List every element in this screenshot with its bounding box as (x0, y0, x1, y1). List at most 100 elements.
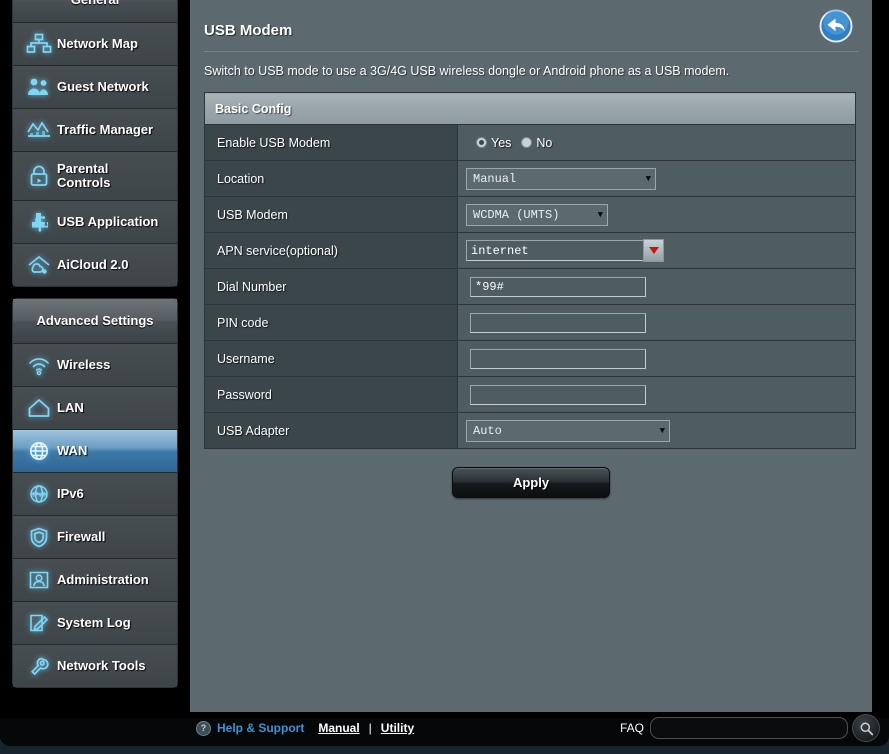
chevron-down-icon (648, 247, 659, 254)
faq-search-input[interactable] (651, 718, 847, 738)
utility-link[interactable]: Utility (381, 721, 414, 735)
sidebar-item-label: Network Tools (57, 658, 146, 673)
sidebar-item-label: Firewall (57, 529, 106, 544)
sidebar-item-label: Parental Controls (57, 161, 111, 190)
sidebar-item-wan[interactable]: WAN (13, 430, 177, 473)
field-label: PIN code (204, 304, 458, 341)
sidebar-item-aicloud[interactable]: AiCloud 2.0 (13, 244, 177, 286)
sidebar-item-administration[interactable]: Administration (13, 559, 177, 602)
chevron-down-icon: ▼ (645, 173, 651, 184)
field-label: APN service(optional) (204, 232, 458, 269)
parental-controls-icon (21, 161, 57, 191)
sidebar-item-ipv6[interactable]: IPv6 IPv6 (13, 473, 177, 516)
table-row-username: Username (204, 340, 856, 377)
sidebar-item-label: Wireless (57, 357, 111, 372)
section-title: Basic Config (204, 92, 856, 125)
faq-label: FAQ (620, 721, 645, 735)
main-panel: USB Modem Switch to USB mode to use a 3G… (190, 0, 872, 712)
table-row-usb-adapter: USB Adapter Auto ▼ (204, 412, 856, 449)
usb-adapter-select[interactable]: Auto ▼ (466, 419, 670, 442)
ipv6-icon: IPv6 (21, 479, 57, 509)
apn-dropdown-button[interactable] (643, 239, 664, 262)
sidebar-item-lan[interactable]: LAN (13, 387, 177, 430)
apply-button[interactable]: Apply (452, 467, 610, 498)
sidebar-item-label: LAN (57, 400, 84, 415)
table-row-apn: APN service(optional) (204, 232, 856, 269)
basic-config-table: Basic Config Enable USB Modem Yes No Loc… (204, 92, 856, 449)
wireless-icon (21, 350, 57, 380)
guest-network-icon (21, 72, 57, 102)
field-label: Password (204, 376, 458, 413)
table-row-password: Password (204, 376, 856, 413)
radio-no[interactable]: No (521, 136, 552, 150)
sidebar-item-label: Network Map (57, 36, 138, 51)
usb-modem-select[interactable]: WCDMA (UMTS) ▼ (466, 203, 608, 226)
footer-help-area: ? Help & Support Manual | Utility (196, 720, 414, 736)
sidebar-item-label: Traffic Manager (57, 122, 154, 137)
table-row-enable-usb-modem: Enable USB Modem Yes No (204, 124, 856, 161)
network-map-icon (21, 29, 57, 59)
enable-usb-modem-radio-group: Yes No (466, 136, 855, 150)
dial-number-input[interactable] (470, 276, 646, 297)
field-label: USB Modem (204, 196, 458, 233)
page-description: Switch to USB mode to use a 3G/4G USB wi… (204, 64, 730, 78)
sidebar-item-label: IPv6 (57, 486, 84, 501)
chevron-down-icon: ▼ (659, 425, 665, 436)
apn-combo (466, 239, 664, 262)
faq-search-button[interactable] (852, 714, 880, 742)
sidebar-item-traffic-manager[interactable]: Traffic Manager (13, 109, 177, 152)
location-select-value: Manual (473, 171, 517, 186)
page-title: USB Modem (204, 22, 293, 39)
table-row-usb-modem: USB Modem WCDMA (UMTS) ▼ (204, 196, 856, 233)
username-input[interactable] (470, 348, 646, 369)
administration-user-icon (21, 565, 57, 595)
question-mark-icon: ? (196, 720, 211, 736)
manual-link[interactable]: Manual (318, 721, 359, 735)
radio-yes-dot (476, 137, 487, 148)
sidebar-item-guest-network[interactable]: Guest Network (13, 66, 177, 109)
sidebar: General Network Map Guest (12, 0, 178, 699)
sidebar-item-label: Guest Network (57, 79, 149, 94)
sidebar-item-label: System Log (57, 615, 131, 630)
sidebar-item-usb-application[interactable]: USB Application (13, 201, 177, 244)
sidebar-item-firewall[interactable]: Firewall (13, 516, 177, 559)
traffic-manager-icon (21, 115, 57, 145)
lan-icon (21, 393, 57, 423)
radio-no-dot (521, 137, 533, 148)
radio-yes[interactable]: Yes (476, 136, 511, 150)
field-label: Enable USB Modem (204, 124, 458, 161)
table-row-location: Location Manual ▼ (204, 160, 856, 197)
table-row-pin-code: PIN code (204, 304, 856, 341)
system-log-icon (21, 608, 57, 638)
table-row-dial-number: Dial Number (204, 268, 856, 305)
radio-no-label: No (536, 135, 553, 150)
sidebar-item-wireless[interactable]: Wireless (13, 344, 177, 387)
svg-text:IPv6: IPv6 (32, 491, 46, 498)
sidebar-item-network-tools[interactable]: Network Tools (13, 645, 177, 687)
sidebar-item-system-log[interactable]: System Log (13, 602, 177, 645)
sidebar-item-parental-controls[interactable]: Parental Controls (13, 152, 177, 201)
apn-input[interactable] (466, 240, 644, 261)
wan-globe-icon (21, 436, 57, 466)
usb-modem-select-value: WCDMA (UMTS) (473, 207, 560, 222)
field-label: Username (204, 340, 458, 377)
nav-group-advanced: Advanced Settings Wireless LAN WAN IPv6 … (12, 298, 178, 688)
section-header-row: Basic Config (204, 92, 856, 125)
router-admin-page: General Network Map Guest (0, 0, 889, 754)
sidebar-item-network-map[interactable]: Network Map (13, 23, 177, 66)
network-tools-icon (21, 651, 57, 681)
apply-button-row: Apply (190, 449, 872, 498)
footer: ? Help & Support Manual | Utility FAQ (0, 710, 889, 746)
usb-adapter-select-value: Auto (473, 423, 502, 438)
field-label: USB Adapter (204, 412, 458, 449)
pin-code-input[interactable] (470, 312, 646, 333)
help-support-label: Help & Support (217, 721, 305, 735)
location-select[interactable]: Manual ▼ (466, 167, 656, 190)
nav-group-advanced-title: Advanced Settings (13, 299, 177, 344)
back-arrow-icon[interactable] (818, 8, 854, 44)
sidebar-item-label: USB Application (57, 214, 159, 229)
footer-separator: | (368, 721, 372, 735)
sidebar-item-label: Administration (57, 572, 149, 587)
chevron-down-icon: ▼ (597, 209, 603, 220)
password-input[interactable] (470, 384, 646, 405)
